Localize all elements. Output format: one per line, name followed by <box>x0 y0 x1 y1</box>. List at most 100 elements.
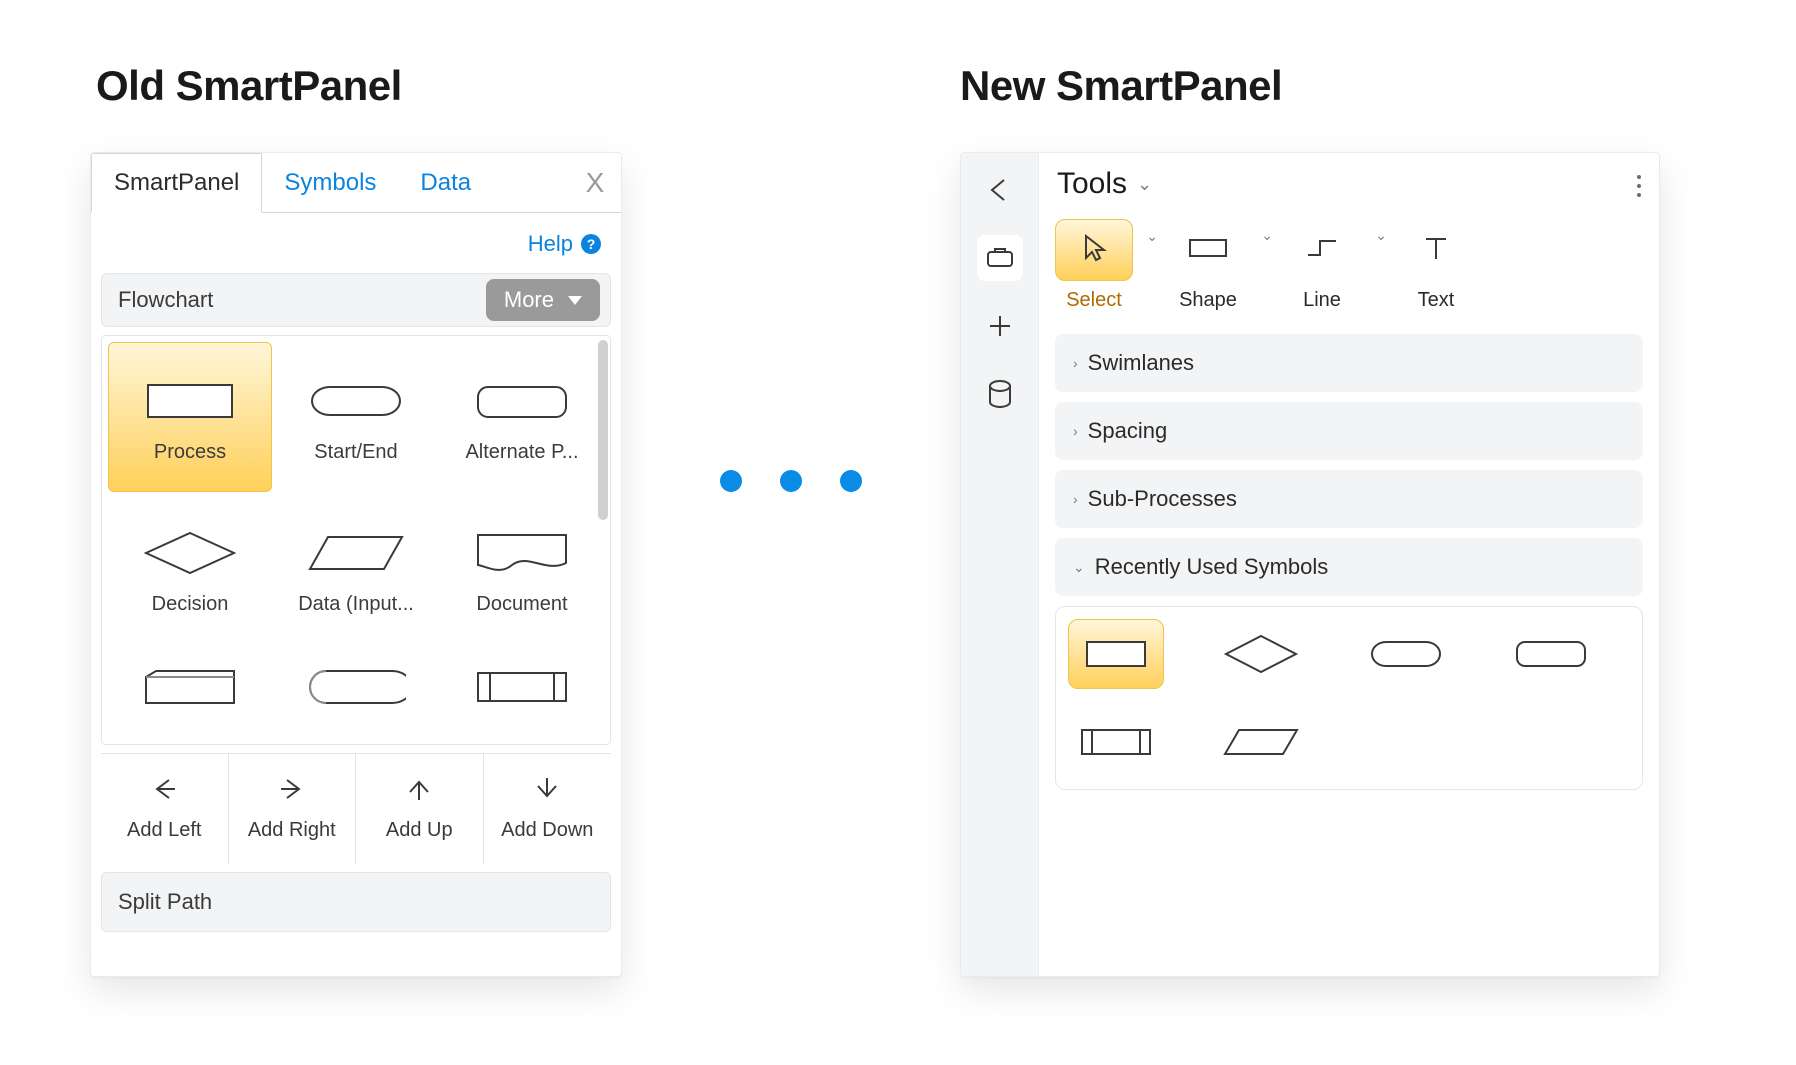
document-icon <box>462 523 582 583</box>
shape-label: Start/End <box>314 441 397 464</box>
tool-label: Select <box>1066 289 1122 312</box>
dot-icon <box>720 470 742 492</box>
tool-select[interactable]: ⌄ Select <box>1055 219 1133 312</box>
diamond-icon <box>1222 632 1300 676</box>
shape-label: Decision <box>152 593 229 616</box>
nav-rail <box>961 153 1039 976</box>
new-title: New SmartPanel <box>960 62 1282 110</box>
add-label: Add Down <box>501 819 593 842</box>
add-label: Add Left <box>127 819 202 842</box>
chevron-down-icon: ⌄ <box>1073 559 1085 576</box>
old-smartpanel: SmartPanel Symbols Data X Help ? Flowcha… <box>90 152 622 977</box>
chevron-down-icon: ⌄ <box>1137 174 1152 195</box>
recent-parallelogram[interactable] <box>1213 707 1309 777</box>
round-rect-icon <box>462 371 582 431</box>
recent-diamond[interactable] <box>1213 619 1309 689</box>
rect-icon <box>130 371 250 431</box>
diamond-icon <box>130 523 250 583</box>
add-down-button[interactable]: Add Down <box>484 754 612 864</box>
acc-recently-used[interactable]: ⌄ Recently Used Symbols <box>1055 538 1643 596</box>
acc-swimlanes[interactable]: › Swimlanes <box>1055 334 1643 392</box>
question-circle-icon: ? <box>581 234 601 254</box>
stadium-icon <box>296 371 416 431</box>
arrow-down-icon <box>534 776 560 809</box>
arrow-right-icon <box>279 776 305 809</box>
tab-symbols[interactable]: Symbols <box>262 153 398 213</box>
chevron-down-icon[interactable]: ⌄ <box>1146 228 1158 245</box>
shape-alternate-process[interactable]: Alternate P... <box>440 342 604 492</box>
shape-decision[interactable]: Decision <box>108 494 272 644</box>
tool-label: Shape <box>1179 289 1237 312</box>
step-line-icon <box>1304 235 1340 266</box>
shape-document[interactable]: Document <box>440 494 604 644</box>
rect-icon <box>1081 634 1151 674</box>
shape-label: Alternate P... <box>465 441 578 464</box>
toolbox-icon[interactable] <box>977 235 1023 281</box>
scrollbar[interactable] <box>598 340 608 520</box>
add-up-button[interactable]: Add Up <box>356 754 484 864</box>
db-icon[interactable] <box>977 371 1023 417</box>
tools-head[interactable]: Tools ⌄ <box>1057 167 1643 201</box>
chevron-down-icon[interactable]: ⌄ <box>1261 227 1273 244</box>
plus-icon[interactable] <box>977 303 1023 349</box>
shape-group-row: Flowchart More <box>101 273 611 327</box>
parallelogram-icon <box>296 523 416 583</box>
acc-label: Swimlanes <box>1088 350 1194 376</box>
tool-shape[interactable]: ⌄ Shape <box>1169 219 1247 312</box>
shape-label: Data (Input... <box>298 593 414 616</box>
chevron-right-icon: › <box>1073 355 1078 371</box>
dot-icon <box>780 470 802 492</box>
tool-line[interactable]: ⌄ Line <box>1283 219 1361 312</box>
kebab-menu[interactable] <box>1629 167 1649 205</box>
acc-spacing[interactable]: › Spacing <box>1055 402 1643 460</box>
chevron-right-icon: › <box>1073 423 1078 439</box>
tab-data[interactable]: Data <box>398 153 493 213</box>
dot-icon <box>840 470 862 492</box>
recent-stadium[interactable] <box>1358 619 1454 689</box>
shape-label: Process <box>154 441 226 464</box>
recent-predefined[interactable] <box>1068 707 1164 777</box>
round-rect-icon <box>1511 634 1591 674</box>
chevron-down-icon[interactable]: ⌄ <box>1375 227 1387 244</box>
cursor-icon <box>1080 232 1108 269</box>
acc-label: Sub-Processes <box>1088 486 1237 512</box>
recent-symbols <box>1055 606 1643 790</box>
shape-start-end[interactable]: Start/End <box>274 342 438 492</box>
transition-dots <box>720 470 862 492</box>
recent-rect[interactable] <box>1068 619 1164 689</box>
arrow-up-icon <box>406 776 432 809</box>
acc-label: Recently Used Symbols <box>1095 554 1329 580</box>
add-left-button[interactable]: Add Left <box>101 754 229 864</box>
back-icon[interactable] <box>977 167 1023 213</box>
predefined-icon <box>1076 722 1156 762</box>
add-label: Add Right <box>248 819 336 842</box>
shape-card[interactable] <box>108 646 272 726</box>
tool-label: Text <box>1418 289 1455 312</box>
chevron-right-icon: › <box>1073 491 1078 507</box>
shape-data-input[interactable]: Data (Input... <box>274 494 438 644</box>
recent-round-rect[interactable] <box>1503 619 1599 689</box>
shape-display[interactable] <box>274 646 438 726</box>
shapes-grid: Process Start/End Alternate P... Decisi <box>102 336 610 732</box>
shapes-area: Process Start/End Alternate P... Decisi <box>101 335 611 745</box>
acc-sub-processes[interactable]: › Sub-Processes <box>1055 470 1643 528</box>
close-icon[interactable]: X <box>569 153 621 213</box>
help-link[interactable]: Help ? <box>91 213 621 265</box>
more-button[interactable]: More <box>486 279 600 321</box>
more-label: More <box>504 287 554 313</box>
add-right-button[interactable]: Add Right <box>229 754 357 864</box>
accordion: › Swimlanes › Spacing › Sub-Processes ⌄ … <box>1055 334 1643 790</box>
group-label: Flowchart <box>118 287 213 313</box>
split-path-row[interactable]: Split Path <box>101 872 611 932</box>
tool-label: Line <box>1303 289 1341 312</box>
tab-smartpanel[interactable]: SmartPanel <box>91 153 262 213</box>
help-label: Help <box>528 231 573 257</box>
stadium-icon <box>1366 634 1446 674</box>
tool-text[interactable]: Text <box>1397 219 1475 312</box>
rect-icon <box>1187 234 1229 267</box>
shape-process[interactable]: Process <box>108 342 272 492</box>
tools-row: ⌄ Select ⌄ Shape <box>1055 219 1643 312</box>
shape-predefined[interactable] <box>440 646 604 726</box>
chevron-down-icon <box>568 296 582 305</box>
acc-label: Spacing <box>1088 418 1168 444</box>
